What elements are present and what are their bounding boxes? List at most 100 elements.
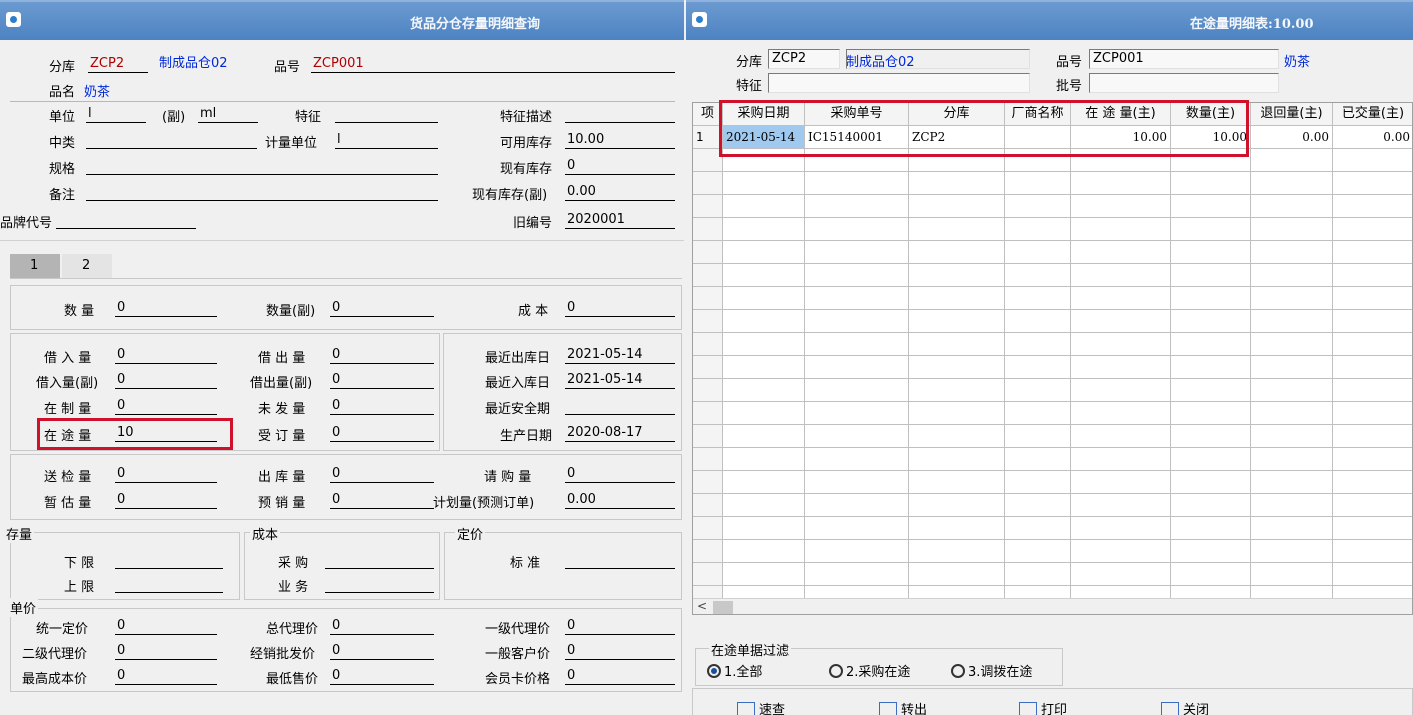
search-button[interactable]: 速查	[737, 699, 785, 715]
grid-col-header[interactable]: 采购单号	[805, 103, 909, 126]
empty-cell[interactable]	[1171, 310, 1251, 333]
empty-cell[interactable]	[1171, 471, 1251, 494]
empty-cell[interactable]	[1333, 540, 1412, 563]
empty-cell[interactable]	[723, 494, 805, 517]
table-cell-fenku[interactable]: ZCP2	[909, 126, 1005, 149]
radio-transfer[interactable]: 3.调拨在途	[951, 661, 1032, 680]
empty-cell[interactable]	[1171, 149, 1251, 172]
grid-col-header[interactable]: 数量(主)	[1171, 103, 1251, 126]
qinggou-field[interactable]: 0	[565, 466, 675, 483]
empty-cell[interactable]	[909, 563, 1005, 586]
empty-cell[interactable]	[723, 287, 805, 310]
anquan-field[interactable]	[565, 398, 675, 415]
empty-cell[interactable]	[1005, 494, 1071, 517]
fenku-field[interactable]: ZCP2	[88, 56, 148, 73]
tezheng-field[interactable]	[335, 106, 438, 123]
empty-cell[interactable]	[909, 149, 1005, 172]
shuliang-fu-field[interactable]: 0	[330, 300, 434, 317]
empty-cell[interactable]	[909, 287, 1005, 310]
shuliang-field[interactable]: 0	[115, 300, 217, 317]
empty-cell[interactable]	[1005, 379, 1071, 402]
empty-cell[interactable]	[1005, 195, 1071, 218]
weifa-field[interactable]: 0	[330, 398, 434, 415]
empty-cell[interactable]	[1251, 218, 1333, 241]
grid-col-header[interactable]: 分库	[909, 103, 1005, 126]
empty-cell[interactable]	[1071, 287, 1171, 310]
empty-cell[interactable]	[1005, 218, 1071, 241]
empty-cell[interactable]	[1251, 471, 1333, 494]
yewu-field[interactable]	[325, 576, 434, 593]
empty-cell[interactable]	[909, 310, 1005, 333]
yuxiao-field[interactable]: 0	[330, 492, 434, 509]
shengchan-field[interactable]: 2020-08-17	[565, 425, 675, 442]
jiechu-fu-field[interactable]: 0	[330, 372, 434, 389]
empty-cell[interactable]	[909, 471, 1005, 494]
empty-cell[interactable]	[1171, 333, 1251, 356]
empty-cell[interactable]	[1251, 425, 1333, 448]
empty-cell[interactable]	[909, 494, 1005, 517]
empty-cell[interactable]	[909, 356, 1005, 379]
empty-cell[interactable]	[1333, 241, 1412, 264]
empty-cell[interactable]	[693, 310, 723, 333]
empty-cell[interactable]	[909, 333, 1005, 356]
grid-col-header[interactable]: 采购日期	[723, 103, 805, 126]
empty-cell[interactable]	[1171, 241, 1251, 264]
empty-cell[interactable]	[1171, 195, 1251, 218]
empty-cell[interactable]	[805, 471, 909, 494]
yiban-field[interactable]: 0	[565, 643, 675, 660]
empty-cell[interactable]	[805, 310, 909, 333]
xianyou-fu-field[interactable]: 0.00	[565, 184, 675, 201]
table-cell-transit[interactable]: 10.00	[1071, 126, 1171, 149]
empty-cell[interactable]	[1005, 448, 1071, 471]
empty-cell[interactable]	[1333, 195, 1412, 218]
empty-cell[interactable]	[1071, 425, 1171, 448]
empty-cell[interactable]	[805, 402, 909, 425]
empty-cell[interactable]	[805, 241, 909, 264]
tezheng-input[interactable]	[768, 73, 1030, 93]
tongyi-field[interactable]: 0	[115, 618, 217, 635]
scroll-left-icon[interactable]: <	[697, 599, 707, 613]
empty-cell[interactable]	[1071, 356, 1171, 379]
empty-cell[interactable]	[805, 540, 909, 563]
empty-cell[interactable]	[1251, 402, 1333, 425]
grid-col-header[interactable]: 项	[693, 103, 723, 126]
danwei-field[interactable]: l	[86, 106, 146, 123]
empty-cell[interactable]	[909, 241, 1005, 264]
empty-cell[interactable]	[1333, 218, 1412, 241]
empty-cell[interactable]	[693, 563, 723, 586]
empty-cell[interactable]	[723, 310, 805, 333]
empty-cell[interactable]	[1251, 494, 1333, 517]
empty-cell[interactable]	[909, 218, 1005, 241]
table-cell-order[interactable]: IC15140001	[805, 126, 909, 149]
row-indicator[interactable]: 1	[693, 126, 723, 149]
empty-cell[interactable]	[1171, 448, 1251, 471]
empty-cell[interactable]	[723, 402, 805, 425]
zuigao-field[interactable]: 0	[115, 668, 217, 685]
zangu-field[interactable]: 0	[115, 492, 217, 509]
empty-cell[interactable]	[693, 264, 723, 287]
empty-cell[interactable]	[1251, 563, 1333, 586]
empty-cell[interactable]	[805, 287, 909, 310]
empty-cell[interactable]	[1333, 402, 1412, 425]
tezheng-desc-field[interactable]	[565, 106, 675, 123]
empty-cell[interactable]	[1251, 310, 1333, 333]
empty-cell[interactable]	[909, 402, 1005, 425]
empty-cell[interactable]	[805, 379, 909, 402]
erji-field[interactable]: 0	[115, 643, 217, 660]
empty-cell[interactable]	[1333, 563, 1412, 586]
empty-cell[interactable]	[723, 172, 805, 195]
empty-cell[interactable]	[1171, 517, 1251, 540]
empty-cell[interactable]	[1071, 448, 1171, 471]
empty-cell[interactable]	[909, 264, 1005, 287]
empty-cell[interactable]	[1171, 425, 1251, 448]
zaitu-field[interactable]: 10	[115, 425, 217, 442]
empty-cell[interactable]	[1071, 402, 1171, 425]
empty-cell[interactable]	[1071, 517, 1171, 540]
table-cell-date[interactable]: 2021-05-14	[723, 126, 805, 149]
empty-cell[interactable]	[1071, 494, 1171, 517]
empty-cell[interactable]	[1071, 333, 1171, 356]
empty-cell[interactable]	[1333, 448, 1412, 471]
grid-col-header[interactable]: 厂商名称	[1005, 103, 1071, 126]
radio-purchase[interactable]: 2.采购在途	[829, 661, 910, 680]
empty-cell[interactable]	[1251, 540, 1333, 563]
